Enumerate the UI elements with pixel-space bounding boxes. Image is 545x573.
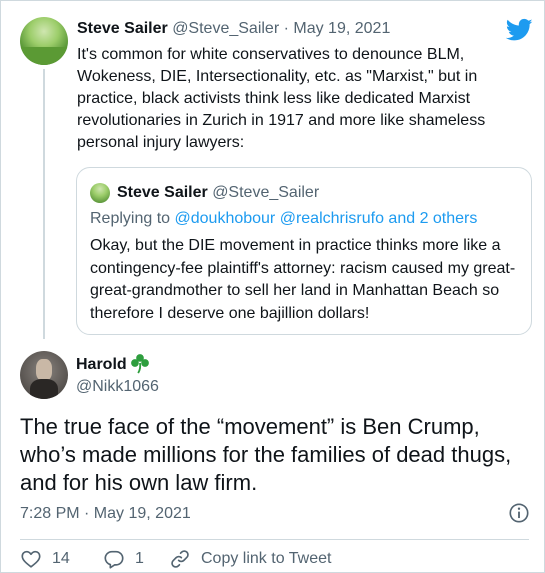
- quoted-tweet-text: Okay, but the DIE movement in practice t…: [90, 237, 516, 322]
- main-tweet-timestamp[interactable]: 7:28 PM · May 19, 2021: [20, 505, 191, 523]
- reply-button[interactable]: 1: [103, 547, 144, 571]
- copy-link-button[interactable]: Copy link to Tweet: [169, 547, 331, 571]
- quoted-tweet-header: Steve Sailer @Steve_Sailer: [117, 184, 319, 202]
- thread-connector-line: [43, 69, 45, 339]
- actions-divider: [20, 539, 529, 540]
- parent-tweet-text: It's common for white conservatives to d…: [77, 46, 486, 151]
- parent-author-name[interactable]: Steve Sailer: [77, 20, 168, 37]
- parent-author-handle[interactable]: @Steve_Sailer: [172, 20, 279, 37]
- info-icon[interactable]: [508, 502, 530, 524]
- tweet-embed-card: Steve Sailer @Steve_Sailer · May 19, 202…: [0, 0, 545, 573]
- quoted-tweet-card[interactable]: Steve Sailer @Steve_Sailer Replying to @…: [76, 167, 532, 335]
- reply-icon: [104, 550, 124, 569]
- parent-tweet-date[interactable]: · May 19, 2021: [284, 20, 391, 37]
- like-count: 14: [52, 550, 70, 567]
- copy-link-label: Copy link to Tweet: [201, 550, 332, 567]
- main-author-handle[interactable]: @Nikk1066: [76, 378, 159, 396]
- main-tweet-text: The true face of the “movement” is Ben C…: [20, 414, 512, 495]
- replying-to-users[interactable]: @doukhobour @realchrisrufo and 2 others: [175, 210, 478, 227]
- reply-count: 1: [135, 550, 144, 567]
- quoted-author-handle: @Steve_Sailer: [212, 184, 320, 201]
- main-author-avatar[interactable]: [20, 351, 68, 399]
- link-icon: [171, 550, 189, 568]
- replying-to-line: Replying to @doukhobour @realchrisrufo a…: [90, 210, 477, 228]
- heart-icon: [21, 550, 41, 568]
- twitter-bird-icon[interactable]: [506, 18, 533, 42]
- like-button[interactable]: 14: [20, 547, 70, 571]
- main-author-name[interactable]: Harold: [76, 356, 127, 374]
- parent-author-avatar[interactable]: [20, 17, 68, 65]
- replying-to-prefix: Replying to: [90, 210, 171, 227]
- quoted-author-name: Steve Sailer: [117, 184, 208, 201]
- shamrock-icon: [131, 354, 149, 374]
- quoted-author-avatar: [90, 183, 110, 203]
- parent-tweet-header: Steve Sailer @Steve_Sailer · May 19, 202…: [77, 20, 390, 38]
